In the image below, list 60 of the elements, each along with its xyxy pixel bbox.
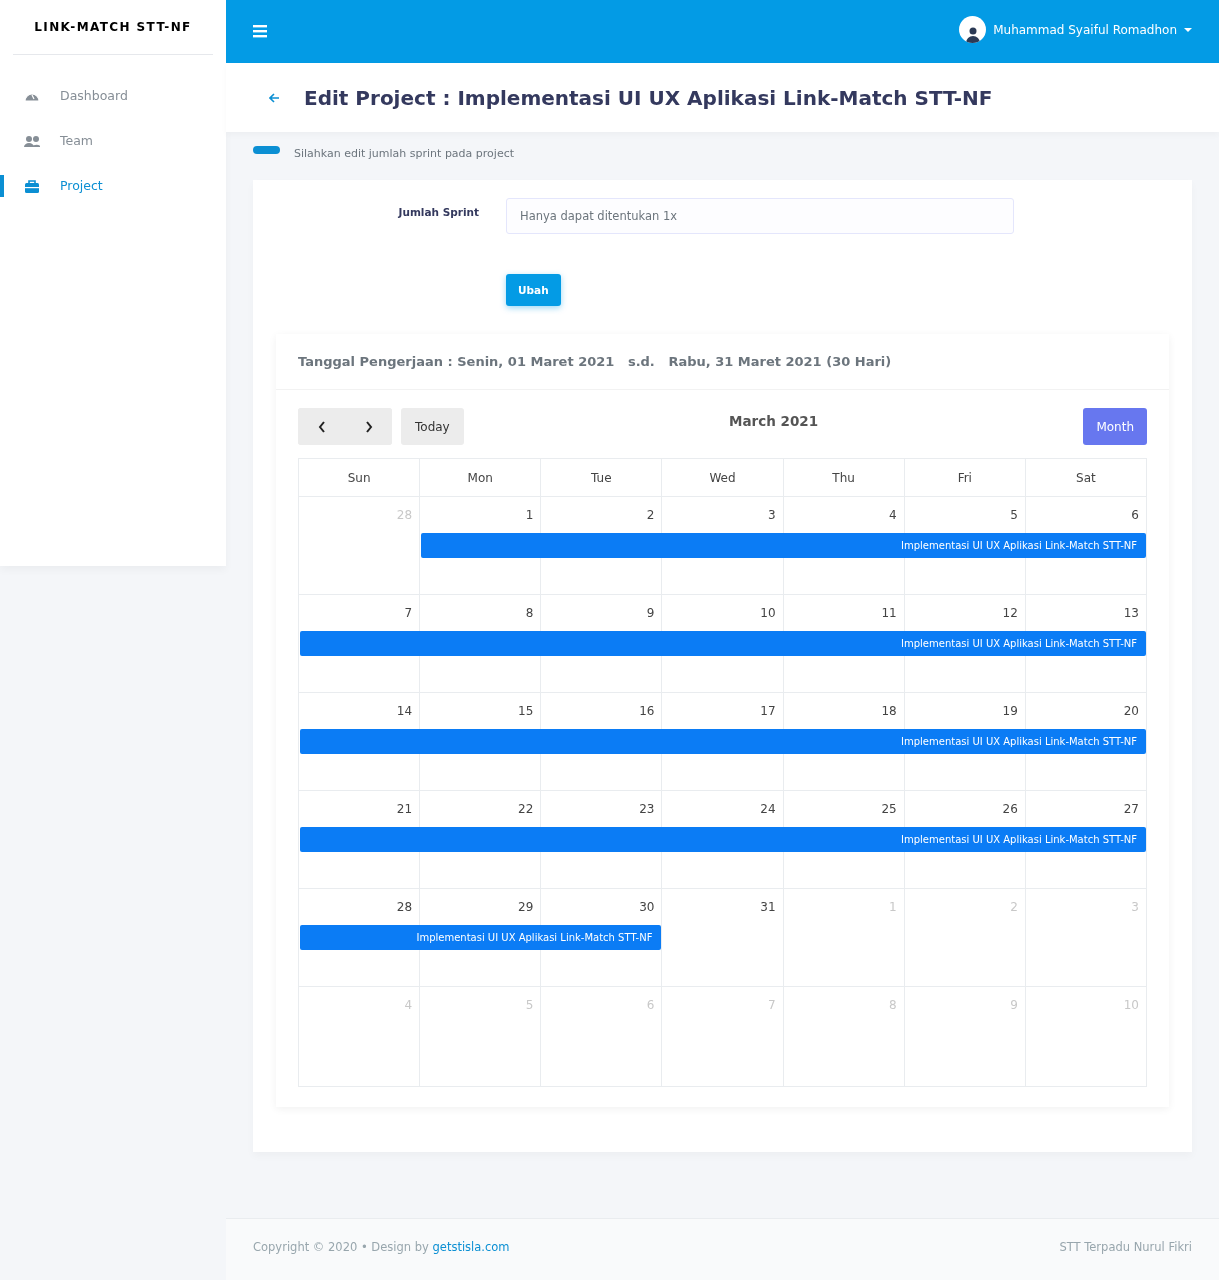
event-title: Implementasi UI UX Aplikasi Link-Match STT-NF bbox=[901, 540, 1137, 551]
footer-credits: Copyright © 2020 • Design by getstisla.com bbox=[253, 1240, 510, 1254]
event-title: Implementasi UI UX Aplikasi Link-Match STT-NF bbox=[416, 932, 653, 943]
weekday-header: Sat bbox=[1025, 459, 1147, 496]
day-number: 13 bbox=[1123, 606, 1139, 620]
day-number: 22 bbox=[518, 802, 534, 816]
day-number: 28 bbox=[396, 900, 413, 914]
ubah-button[interactable]: Ubah bbox=[506, 274, 561, 306]
sidebar-item[interactable]: Project bbox=[0, 163, 226, 208]
design-link[interactable]: getstisla.com bbox=[432, 1240, 510, 1254]
day-number: 5 bbox=[1010, 508, 1018, 522]
day-number: 26 bbox=[1002, 802, 1018, 816]
day-number: 7 bbox=[404, 606, 413, 620]
day-number: 14 bbox=[396, 704, 413, 718]
day-number: 23 bbox=[639, 802, 655, 816]
day-number: 11 bbox=[881, 606, 897, 620]
day-number: 15 bbox=[518, 704, 534, 718]
day-number: 3 bbox=[767, 508, 776, 522]
weekday-header: Tue bbox=[541, 459, 663, 496]
day-number: 1 bbox=[525, 508, 534, 522]
weekday-header: Mon bbox=[420, 459, 542, 496]
weekday-header: Wed bbox=[662, 459, 784, 496]
today-button[interactable]: Today bbox=[401, 408, 464, 445]
footer-org: STT Terpadu Nurul Fikri bbox=[1059, 1240, 1192, 1254]
sidebar-item[interactable]: Team bbox=[0, 118, 226, 163]
page-title: Edit Project : Implementasi UI UX Aplikasi Link-Match STT-NF bbox=[304, 85, 993, 110]
day-number: 21 bbox=[396, 802, 413, 816]
day-number: 25 bbox=[881, 802, 897, 816]
sidebar-item[interactable]: Dashboard bbox=[0, 73, 226, 118]
day-number: 24 bbox=[760, 802, 776, 816]
day-number: 29 bbox=[518, 900, 534, 914]
day-number: 18 bbox=[881, 704, 897, 718]
day-number: 12 bbox=[1002, 606, 1018, 620]
day-number: 8 bbox=[525, 606, 534, 620]
day-number: 19 bbox=[1002, 704, 1018, 718]
day-number: 2 bbox=[646, 508, 655, 522]
user-menu[interactable]: Muhammad Syaiful Romadhon bbox=[959, 16, 1192, 47]
sprint-count-field[interactable]: Hanya dapat ditentukan 1x bbox=[506, 198, 1014, 234]
day-number: 27 bbox=[1123, 802, 1139, 816]
day-number: 10 bbox=[760, 606, 776, 620]
weekday-header: Fri bbox=[904, 459, 1026, 496]
day-number: 31 bbox=[760, 900, 776, 914]
day-number: 16 bbox=[639, 704, 655, 718]
schedule-dates: Tanggal Pengerjaan : Senin, 01 Maret 2021 s.d. Rabu, 31 Maret 2021 (30 Hari) bbox=[298, 354, 892, 369]
field-label: Jumlah Sprint bbox=[397, 205, 479, 218]
weekday-header: Sun bbox=[299, 459, 421, 496]
event-title: Implementasi UI UX Aplikasi Link-Match STT-NF bbox=[901, 638, 1137, 649]
brand-title: LINK-MATCH STT-NF bbox=[34, 20, 192, 34]
day-number: 30 bbox=[639, 900, 655, 914]
day-number: 6 bbox=[1131, 508, 1139, 522]
day-number: 20 bbox=[1123, 704, 1139, 718]
event-title: Implementasi UI UX Aplikasi Link-Match STT-NF bbox=[901, 834, 1137, 845]
day-number: 9 bbox=[646, 606, 655, 620]
day-number: 4 bbox=[889, 508, 897, 522]
day-number: 17 bbox=[760, 704, 776, 718]
month-title: March 2021 bbox=[729, 413, 819, 429]
notice-text: Silahkan edit jumlah sprint pada project bbox=[294, 146, 514, 160]
event-title: Implementasi UI UX Aplikasi Link-Match STT-NF bbox=[901, 736, 1137, 747]
weekday-header: Thu bbox=[783, 459, 905, 496]
month-view-button[interactable]: Month bbox=[1083, 408, 1147, 445]
